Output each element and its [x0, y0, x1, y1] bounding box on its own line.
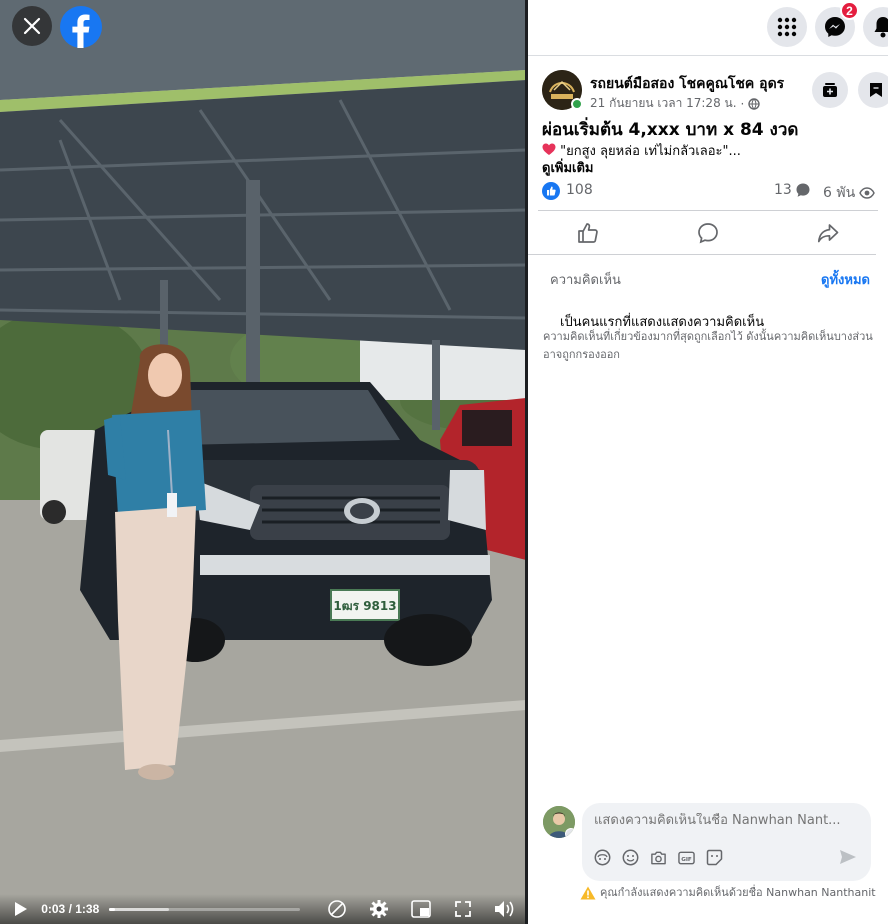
- eye-icon: [859, 187, 875, 199]
- volume-button[interactable]: [494, 898, 516, 920]
- comment-button[interactable]: [648, 212, 768, 254]
- emoji-icon: [622, 849, 639, 866]
- picture-in-picture-icon: [411, 900, 431, 918]
- composer-tools: GIF: [594, 849, 723, 866]
- video-progress-bar[interactable]: [109, 907, 300, 911]
- comment-outline-icon: [698, 223, 718, 244]
- comments-header: ความคิดเห็น: [550, 273, 621, 288]
- sticker-icon: [706, 849, 723, 866]
- stats-divider: [538, 210, 878, 211]
- save-post-button[interactable]: [858, 72, 888, 108]
- menu-button[interactable]: [767, 7, 807, 47]
- facebook-home-logo[interactable]: [60, 6, 102, 48]
- add-to-collection-icon: [823, 83, 837, 97]
- post-sidebar: 2 รถยนต์มือสอง โชคคูณโชค อุดร 21 กันยายน…: [528, 0, 888, 924]
- comment-input[interactable]: [594, 813, 859, 828]
- time-total: 1:38: [75, 902, 100, 916]
- notifications-button[interactable]: [863, 7, 888, 47]
- video-player[interactable]: 1ฒร 9813 0:03 / 1:38: [0, 0, 526, 924]
- messenger-button[interactable]: 2: [815, 1, 859, 47]
- captions-off-icon: [328, 900, 346, 918]
- actions-divider: [528, 254, 876, 255]
- svg-text:GIF: GIF: [681, 856, 692, 862]
- play-icon: [14, 902, 27, 916]
- video-controls-right: [326, 898, 516, 920]
- gear-icon: [370, 900, 388, 918]
- globe-icon: [748, 97, 761, 110]
- post-meta: 21 กันยายน เวลา 17:28 น. ·: [590, 94, 761, 113]
- gif-button[interactable]: GIF: [678, 849, 695, 866]
- bell-icon: [874, 17, 888, 38]
- post-stats: 108 13 6 พัน: [542, 180, 876, 202]
- gif-icon: GIF: [678, 851, 695, 864]
- video-time: 0:03 / 1:38: [41, 902, 99, 916]
- progress-buffered: [109, 907, 170, 911]
- share-arrow-icon: [817, 224, 839, 243]
- page-name-link[interactable]: รถยนต์มือสอง โชคคูณโชค อุดร: [590, 73, 784, 95]
- messenger-icon: [825, 17, 845, 37]
- settings-button[interactable]: [368, 898, 390, 920]
- view-count: 6 พัน: [823, 182, 875, 204]
- fullscreen-icon: [455, 901, 471, 917]
- post-header: รถยนต์มือสอง โชคคูณโชค อุดร 21 กันยายน เ…: [542, 70, 888, 112]
- volume-icon: [495, 901, 514, 917]
- top-navigation: 2: [528, 0, 888, 56]
- meta-separator: ·: [740, 96, 745, 111]
- close-icon: [23, 17, 41, 35]
- close-viewer-button[interactable]: [12, 6, 52, 46]
- play-button[interactable]: [10, 898, 31, 920]
- facebook-video-viewer: 1ฒร 9813 0:03 / 1:38 2 รถยนต์มือสอง โชคค…: [0, 0, 888, 924]
- camera-icon: [651, 851, 666, 864]
- sticker-button[interactable]: [706, 849, 723, 866]
- license-plate: 1ฒร 9813: [333, 599, 396, 613]
- pip-button[interactable]: [410, 898, 432, 920]
- comment-filter-note: ความคิดเห็นที่เกี่ยวข้องมากที่สุดถูกเลือ…: [543, 330, 873, 361]
- identity-warning-text: คุณกำลังแสดงความคิดเห็นด้วยชื่อ Nanwhan …: [600, 886, 876, 899]
- comment-count[interactable]: 13: [774, 182, 811, 198]
- avatar-dropdown-icon[interactable]: [565, 828, 575, 838]
- post-title: ผ่อนเริ่มต้น 4,xxx บาท x 84 งวด: [542, 120, 799, 140]
- user-avatar[interactable]: [543, 806, 575, 838]
- post-actions: [528, 212, 888, 254]
- see-all-comments-link[interactable]: ดูทั้งหมด: [821, 269, 870, 290]
- menu-grid-icon: [777, 17, 797, 37]
- video-controls: 0:03 / 1:38: [0, 894, 526, 924]
- thumbs-up-icon: [547, 186, 556, 196]
- comment-bubble-icon: [796, 183, 810, 197]
- fullscreen-button[interactable]: [452, 898, 474, 920]
- like-button[interactable]: [528, 212, 648, 254]
- captions-button[interactable]: [326, 898, 348, 920]
- time-current: 0:03: [41, 902, 66, 916]
- facebook-logo-icon: [72, 14, 90, 48]
- avatar-sticker-button[interactable]: [594, 849, 611, 866]
- send-comment-button[interactable]: [839, 849, 857, 869]
- heart-arrow-icon: [542, 143, 556, 155]
- messenger-badge: 2: [840, 1, 859, 20]
- warning-icon: [580, 886, 596, 900]
- like-count[interactable]: 108: [566, 182, 593, 198]
- comment-count-value: 13: [774, 182, 792, 198]
- like-reaction-icon[interactable]: [542, 182, 560, 200]
- photo-button[interactable]: [650, 849, 667, 866]
- view-count-value: 6 พัน: [823, 185, 856, 201]
- thumbs-up-outline-icon: [578, 223, 598, 243]
- see-more-link[interactable]: ดูเพิ่มเติม: [542, 157, 593, 178]
- emoji-button[interactable]: [622, 849, 639, 866]
- bookmark-icon: [870, 83, 882, 97]
- avatar-sticker-icon: [594, 849, 611, 866]
- share-button[interactable]: [768, 212, 888, 254]
- comment-composer: GIF: [582, 803, 871, 881]
- save-video-button[interactable]: [812, 72, 848, 108]
- send-icon: [840, 850, 856, 864]
- progress-played: [109, 907, 115, 911]
- online-status-dot: [571, 98, 583, 110]
- post-date[interactable]: 21 กันยายน เวลา 17:28 น.: [590, 94, 737, 113]
- video-frame: 1ฒร 9813: [0, 0, 526, 924]
